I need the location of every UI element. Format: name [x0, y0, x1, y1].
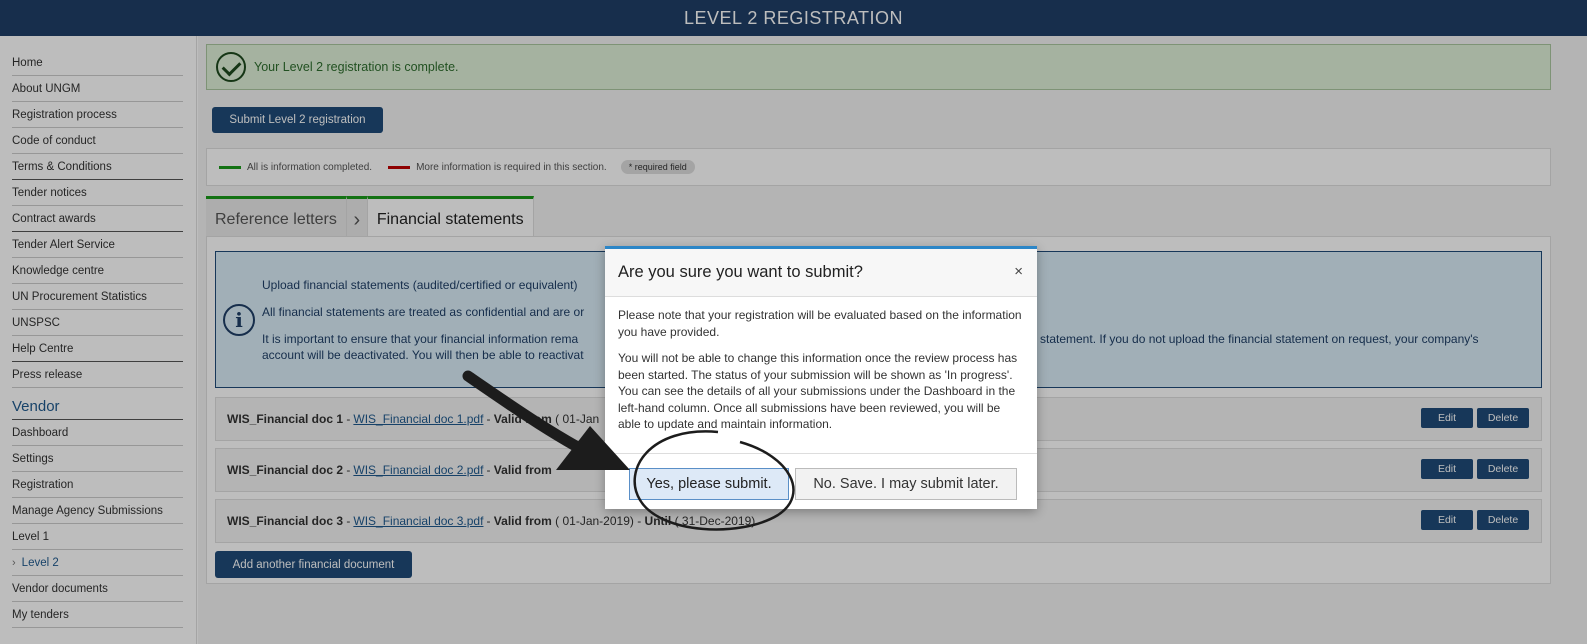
confirm-submit-button[interactable]: Yes, please submit.: [629, 468, 789, 500]
confirm-submit-dialog: Are you sure you want to submit? × Pleas…: [605, 246, 1037, 509]
close-icon[interactable]: ×: [1014, 263, 1023, 280]
dialog-title: Are you sure you want to submit?: [618, 263, 863, 281]
dialog-paragraph-1: Please note that your registration will …: [618, 308, 1022, 339]
dialog-footer: Yes, please submit. No. Save. I may subm…: [605, 454, 1037, 506]
dialog-body: Please note that your registration will …: [605, 297, 1037, 454]
dialog-header: Are you sure you want to submit? ×: [605, 249, 1037, 297]
save-later-button[interactable]: No. Save. I may submit later.: [795, 468, 1017, 500]
dialog-paragraph-2: You will not be able to change this info…: [618, 351, 1018, 431]
